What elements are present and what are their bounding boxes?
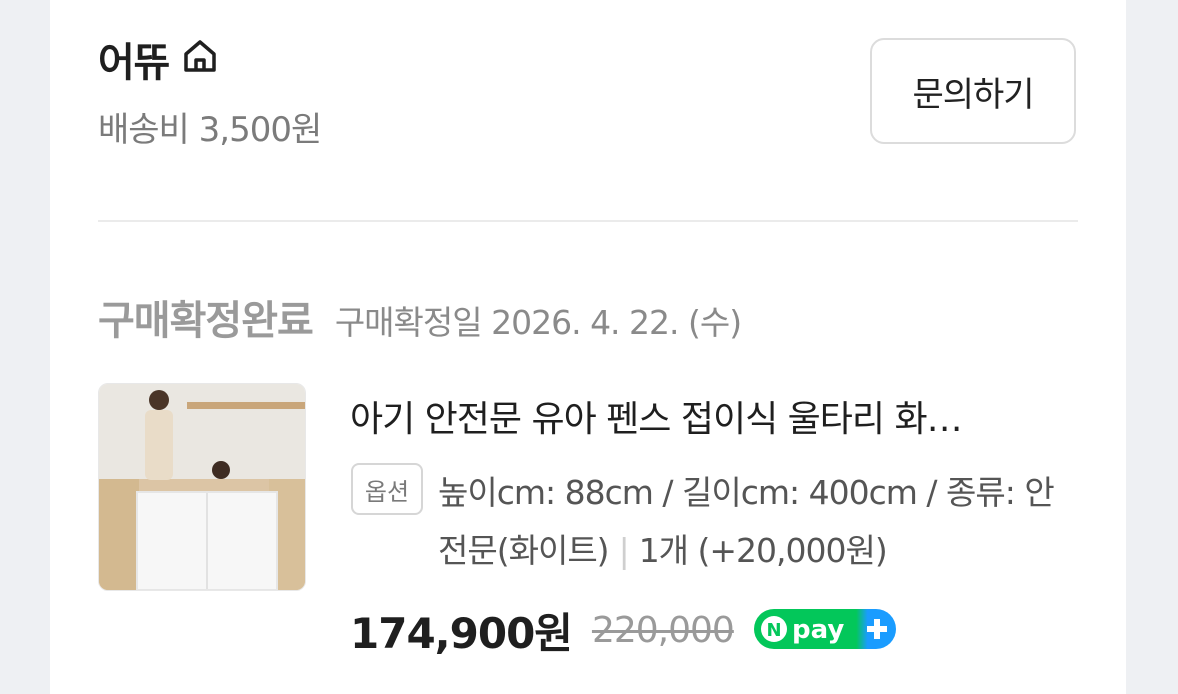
- divider: [98, 220, 1078, 222]
- confirm-date: 구매확정일 2026. 4. 22. (수): [334, 303, 742, 342]
- price-row: 174,900원 220,000 N pay: [350, 600, 898, 661]
- seller-store-link[interactable]: 어뜌: [98, 30, 220, 88]
- order-status: 구매확정완료: [98, 298, 314, 344]
- order-card: 어뜌 배송비 3,500원 문의하기 구매확정완료 구매확정일 2026. 4.…: [50, 0, 1126, 694]
- svg-text:N: N: [766, 620, 781, 641]
- home-icon: [180, 36, 220, 86]
- inquiry-button[interactable]: 문의하기: [870, 38, 1076, 144]
- product-title[interactable]: 아기 안전문 유아 펜스 접이식 울타리 화…: [350, 390, 1070, 442]
- npay-plus-badge: N pay: [752, 607, 898, 655]
- option-badge: 옵션: [351, 463, 423, 515]
- product-options: 높이cm: 88cm / 길이cm: 400cm / 종류: 안 전문(화이트)…: [438, 464, 1078, 580]
- original-price: 220,000: [591, 610, 735, 651]
- quantity: 1개 (+20,000원): [638, 531, 888, 570]
- separator: |: [618, 531, 630, 570]
- options-line-2-text: 전문(화이트): [438, 531, 610, 570]
- options-line-1: 높이cm: 88cm / 길이cm: 400cm / 종류: 안: [438, 473, 1055, 512]
- order-status-row: 구매확정완료 구매확정일 2026. 4. 22. (수): [98, 288, 742, 346]
- npay-label: pay: [792, 615, 844, 645]
- options-line-2: 전문(화이트) | 1개 (+20,000원): [438, 522, 1078, 580]
- sale-price: 174,900원: [350, 609, 573, 658]
- product-thumbnail[interactable]: [98, 383, 306, 591]
- shipping-fee: 배송비 3,500원: [98, 110, 322, 150]
- seller-name: 어뜌: [98, 40, 171, 86]
